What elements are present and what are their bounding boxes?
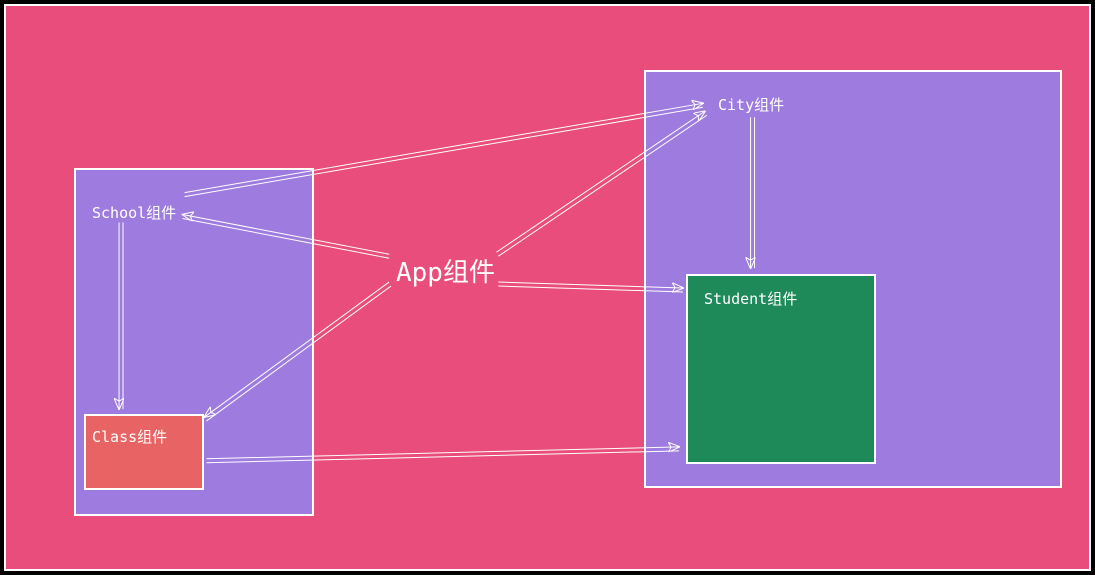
app-label: App组件 (396, 252, 495, 289)
student-label: Student组件 (704, 288, 797, 309)
class-label: Class组件 (92, 426, 167, 447)
city-label: City组件 (718, 94, 784, 115)
school-label: School组件 (92, 202, 176, 223)
diagram-canvas: School组件 City组件 Class组件 Student组件 App组件 (4, 4, 1091, 571)
